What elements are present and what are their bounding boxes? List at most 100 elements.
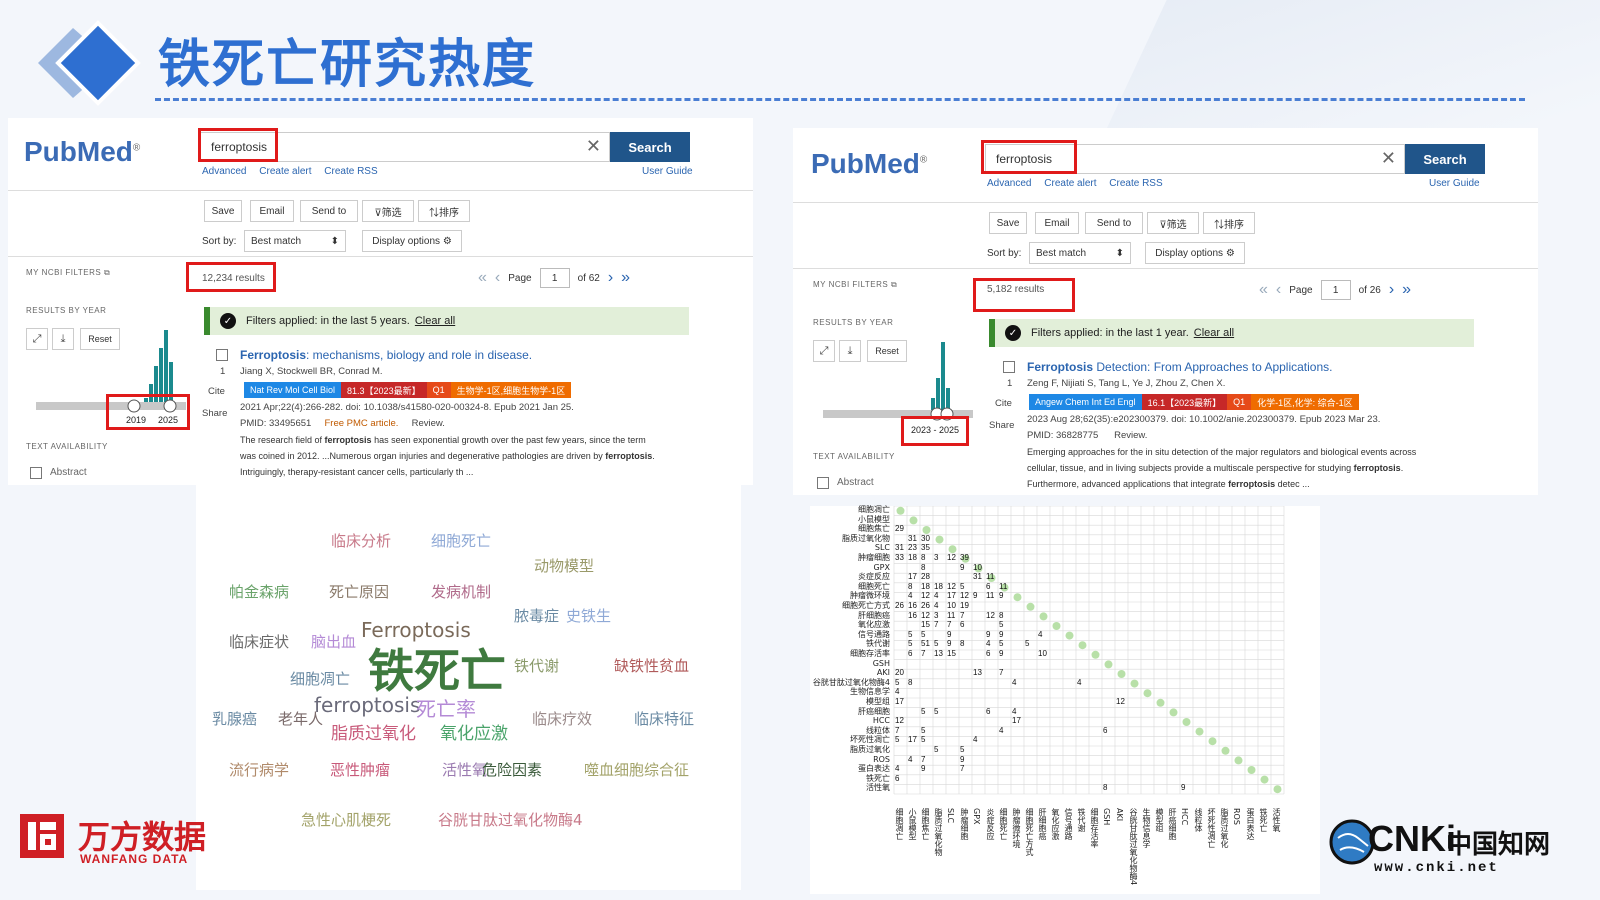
heatmap-col-label: 氧化应激 bbox=[1051, 808, 1060, 840]
advanced-link[interactable]: Advanced bbox=[987, 178, 1031, 189]
heatmap-col-label: 肿瘤细胞 bbox=[960, 808, 969, 840]
heatmap-cell-value: 17 bbox=[908, 735, 917, 745]
filter-button[interactable]: ⊽筛选 bbox=[362, 200, 414, 222]
abstract-checkbox[interactable] bbox=[30, 467, 42, 479]
send-to-button[interactable]: Send to bbox=[300, 200, 358, 222]
prev-page-icon[interactable]: ‹ bbox=[495, 269, 500, 287]
heatmap-cell-value: 5 bbox=[934, 706, 939, 716]
cnki-cn-text: 中国知网 bbox=[1446, 830, 1551, 860]
heatmap-cell-value: 9 bbox=[999, 629, 1004, 639]
diagonal-marker bbox=[1195, 727, 1204, 736]
abstract-checkbox[interactable] bbox=[817, 477, 829, 489]
first-page-icon[interactable]: « bbox=[478, 269, 487, 287]
create-alert-link[interactable]: Create alert bbox=[1044, 178, 1096, 189]
heatmap-cell-value: 8 bbox=[908, 581, 913, 591]
search-button[interactable]: Search bbox=[610, 132, 690, 162]
clear-icon[interactable]: ✕ bbox=[586, 136, 601, 157]
journal-tags: Angew Chem Int Ed Engl 16.1【2023最新】 Q1 化… bbox=[1029, 394, 1359, 410]
clear-all-link[interactable]: Clear all bbox=[415, 315, 455, 327]
diagonal-marker bbox=[1273, 785, 1282, 794]
heatmap-cell-value: 9 bbox=[960, 562, 965, 572]
sort-select[interactable]: Best match ⬍ bbox=[244, 230, 346, 252]
filters-applied-bar: ✓ Filters applied: in the last 5 years. C… bbox=[204, 307, 689, 335]
heatmap-cell-value: 16 bbox=[908, 601, 917, 610]
heatmap-cell-value: 5 bbox=[908, 629, 913, 639]
word-cloud-term: 铁代谢 bbox=[514, 657, 560, 675]
article-checkbox[interactable] bbox=[216, 349, 228, 361]
header-divider bbox=[8, 190, 753, 191]
word-cloud-term: 危险因素 bbox=[482, 761, 543, 779]
heatmap-cell-value: 33 bbox=[895, 553, 904, 562]
article-checkbox[interactable] bbox=[1003, 361, 1015, 373]
article-authors: Jiang X, Stockwell BR, Conrad M. bbox=[240, 366, 383, 377]
email-button[interactable]: Email bbox=[1035, 212, 1079, 234]
heatmap-col-label: 细胞死亡方式 bbox=[1025, 808, 1034, 856]
heatmap-col-label: 模型组 bbox=[1155, 808, 1164, 832]
word-cloud-term: 谷胱甘肽过氧化物酶4 bbox=[438, 811, 583, 829]
last-page-icon[interactable]: » bbox=[621, 269, 630, 287]
user-guide-link[interactable]: User Guide bbox=[642, 166, 693, 177]
cite-button[interactable]: Cite bbox=[995, 396, 1012, 412]
heatmap-col-label: 蛋白表达 bbox=[1246, 808, 1255, 840]
create-rss-link[interactable]: Create RSS bbox=[324, 166, 377, 177]
heatmap-cell-value: 31 bbox=[973, 572, 982, 582]
page-input[interactable]: 1 bbox=[1320, 280, 1351, 300]
next-page-icon[interactable]: › bbox=[1389, 281, 1394, 299]
sort-button[interactable]: ⇅排序 bbox=[418, 200, 470, 222]
heatmap-col-label: 炎症反应 bbox=[986, 808, 995, 840]
heatmap-col-label: 肿瘤微环境 bbox=[1012, 808, 1021, 848]
display-options-button[interactable]: Display options ⚙ bbox=[362, 230, 462, 252]
wanfang-logo: 万方数据 WANFANG DATA bbox=[18, 812, 206, 866]
first-page-icon[interactable]: « bbox=[1259, 281, 1268, 299]
heatmap-col-label: ROS bbox=[1232, 808, 1241, 825]
share-button[interactable]: Share bbox=[202, 406, 227, 422]
prev-page-icon[interactable]: ‹ bbox=[1276, 281, 1281, 299]
pubmed-logo: PubMed® bbox=[24, 136, 141, 167]
word-cloud-term: 临床疗效 bbox=[532, 710, 593, 728]
article-title-link[interactable]: Ferroptosis Detection: From Approaches t… bbox=[1027, 360, 1332, 374]
create-alert-link[interactable]: Create alert bbox=[259, 166, 311, 177]
heatmap-cell-value: 7 bbox=[921, 649, 926, 658]
heatmap-col-label: 生物信息学 bbox=[1142, 808, 1151, 848]
search-button[interactable]: Search bbox=[1405, 144, 1485, 174]
filter-button[interactable]: ⊽筛选 bbox=[1147, 212, 1199, 234]
word-cloud-term: 死亡原因 bbox=[329, 583, 390, 601]
heatmap-cell-value: 5 bbox=[908, 639, 913, 649]
heatmap-row-label: 信号通路 bbox=[858, 629, 890, 639]
heatmap-cell-value: 6 bbox=[960, 620, 965, 630]
heatmap-cell-value: 9 bbox=[921, 764, 926, 774]
heatmap-col-label: 细胞存活率 bbox=[1090, 808, 1099, 848]
page-input[interactable]: 1 bbox=[539, 268, 570, 288]
heatmap-col-label: GPX bbox=[972, 808, 981, 825]
sort-select[interactable]: Best match ⬍ bbox=[1029, 242, 1131, 264]
heatmap-row-label: 肝癌细胞 bbox=[858, 706, 890, 716]
heatmap-cell-value: 11 bbox=[986, 572, 995, 582]
word-cloud-term: 史铁生 bbox=[566, 607, 612, 625]
sort-button[interactable]: ⇅排序 bbox=[1203, 212, 1255, 234]
display-options-button[interactable]: Display options ⚙ bbox=[1145, 242, 1245, 264]
heatmap-col-label: 细胞死亡 bbox=[999, 808, 1008, 840]
create-rss-link[interactable]: Create RSS bbox=[1109, 178, 1162, 189]
diagonal-marker bbox=[896, 506, 905, 515]
email-button[interactable]: Email bbox=[250, 200, 294, 222]
diamond-logo-icon bbox=[38, 20, 141, 106]
advanced-link[interactable]: Advanced bbox=[202, 166, 246, 177]
article-title-link[interactable]: Ferroptosis: mechanisms, biology and rol… bbox=[240, 348, 532, 362]
user-guide-link[interactable]: User Guide bbox=[1429, 178, 1480, 189]
heatmap-cell-value: 18 bbox=[934, 581, 943, 591]
article-number: 1 bbox=[220, 366, 226, 377]
last-page-icon[interactable]: » bbox=[1402, 281, 1411, 299]
heatmap-cell-value: 5 bbox=[1025, 639, 1030, 649]
save-button[interactable]: Save bbox=[204, 200, 242, 222]
cite-button[interactable]: Cite bbox=[208, 384, 225, 400]
save-button[interactable]: Save bbox=[989, 212, 1027, 234]
clear-icon[interactable]: ✕ bbox=[1381, 148, 1396, 169]
send-to-button[interactable]: Send to bbox=[1085, 212, 1143, 234]
results-by-year-label: RESULTS BY YEAR bbox=[26, 306, 107, 315]
clear-all-link[interactable]: Clear all bbox=[1194, 327, 1234, 339]
word-cloud-term: 脓毒症 bbox=[514, 607, 560, 625]
journal-tag: Nat Rev Mol Cell Biol bbox=[244, 382, 342, 398]
wanfang-en-text: WANFANG DATA bbox=[80, 852, 189, 866]
next-page-icon[interactable]: › bbox=[608, 269, 613, 287]
share-button[interactable]: Share bbox=[989, 418, 1014, 434]
